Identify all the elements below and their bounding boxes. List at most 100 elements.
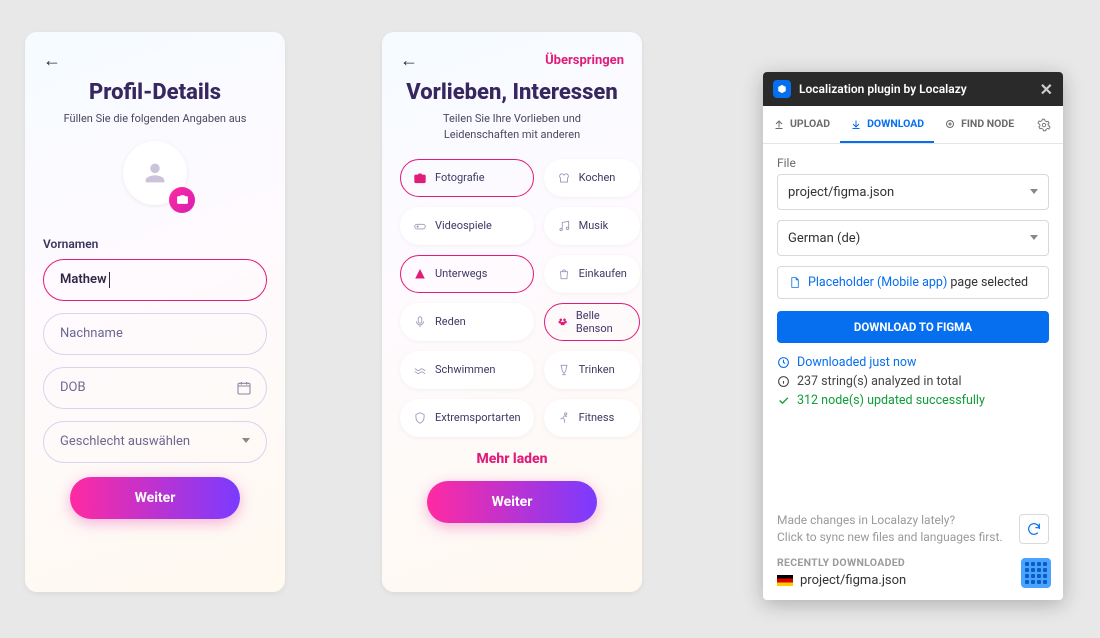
selected-node-suffix: page selected xyxy=(947,275,1028,290)
shield-icon xyxy=(413,411,427,425)
first-name-value: Mathew xyxy=(60,272,107,287)
plugin-body: File project/figma.json German (de) Plac… xyxy=(763,144,1063,600)
interest-chip-kochen[interactable]: Kochen xyxy=(544,159,640,197)
continue-label: Weiter xyxy=(135,490,176,506)
chip-label: Videospiele xyxy=(435,219,492,232)
chevron-down-icon xyxy=(1030,189,1038,194)
interest-chip-fitness[interactable]: Fitness xyxy=(544,399,640,437)
mic-icon xyxy=(413,315,427,329)
chip-label: Unterwegs xyxy=(435,267,487,280)
dob-field[interactable]: DOB xyxy=(43,367,267,409)
chip-label: Musik xyxy=(579,219,609,232)
localazy-plugin-panel: Localization plugin by Localazy ✕ UPLOAD… xyxy=(763,72,1063,600)
language-select-value: German (de) xyxy=(788,231,860,246)
file-label: File xyxy=(777,156,1049,170)
recent-file-name: project/figma.json xyxy=(800,573,906,588)
continue-button[interactable]: Weiter xyxy=(70,477,240,519)
camera-icon xyxy=(413,171,427,185)
page-title: Profil-Details xyxy=(43,80,267,105)
tab-find-node[interactable]: FIND NODE xyxy=(934,106,1024,143)
status-analyzed: 237 string(s) analyzed in total xyxy=(777,374,1049,389)
download-to-figma-button[interactable]: DOWNLOAD TO FIGMA xyxy=(777,311,1049,343)
gear-icon xyxy=(1037,118,1051,132)
close-icon[interactable]: ✕ xyxy=(1040,80,1053,99)
bag-icon xyxy=(557,267,571,281)
camera-badge[interactable] xyxy=(169,187,195,213)
chef-icon xyxy=(557,171,571,185)
back-arrow-icon[interactable]: ← xyxy=(400,50,418,71)
download-icon xyxy=(850,118,862,130)
localazy-logo-icon xyxy=(773,80,791,98)
profile-details-screen: ← Profil-Details Füllen Sie die folgende… xyxy=(25,32,285,592)
recent-header: RECENTLY DOWNLOADED xyxy=(777,556,1049,569)
interest-chip-unterwegs[interactable]: Unterwegs xyxy=(400,255,534,293)
language-select[interactable]: German (de) xyxy=(777,220,1049,256)
german-flag-icon xyxy=(777,575,793,586)
paw-icon xyxy=(557,315,568,329)
music-icon xyxy=(557,219,571,233)
waves-icon xyxy=(413,363,427,377)
chip-label: Trinken xyxy=(579,363,615,376)
sync-icon xyxy=(1026,521,1042,537)
continue-button[interactable]: Weiter xyxy=(427,481,597,523)
last-name-field[interactable]: Nachname xyxy=(43,313,267,355)
plugin-header[interactable]: Localization plugin by Localazy ✕ xyxy=(763,72,1063,106)
continue-label: Weiter xyxy=(492,494,533,510)
back-arrow-icon[interactable]: ← xyxy=(43,50,61,71)
recent-file-row[interactable]: project/figma.json xyxy=(777,573,1049,588)
interest-chip-trinken[interactable]: Trinken xyxy=(544,351,640,389)
file-select-value: project/figma.json xyxy=(788,185,894,200)
route-icon xyxy=(413,267,427,281)
avatar-container xyxy=(43,141,267,221)
first-name-field[interactable]: Mathew xyxy=(43,259,267,301)
interest-chip-reden[interactable]: Reden xyxy=(400,303,534,341)
settings-button[interactable] xyxy=(1025,106,1063,143)
chip-label: Fotografie xyxy=(435,171,485,184)
chip-label: Schwimmen xyxy=(435,363,496,376)
tab-upload[interactable]: UPLOAD xyxy=(763,106,840,143)
status-downloaded: Downloaded just now xyxy=(777,355,1049,370)
status-updated: 312 node(s) updated successfully xyxy=(777,393,1049,408)
selected-node-link[interactable]: Placeholder (Mobile app) xyxy=(808,275,947,290)
check-icon xyxy=(777,394,790,407)
plugin-title: Localization plugin by Localazy xyxy=(799,82,967,96)
dob-placeholder: DOB xyxy=(60,380,86,395)
chevron-down-icon xyxy=(1030,235,1038,240)
selected-node-box: Placeholder (Mobile app) page selected xyxy=(777,266,1049,299)
file-select[interactable]: project/figma.json xyxy=(777,174,1049,210)
last-name-placeholder: Nachname xyxy=(60,326,123,341)
interest-chip-videospiele[interactable]: Videospiele xyxy=(400,207,534,245)
interest-chip-grid: Fotografie Kochen Videospiele Musik Unterweg… xyxy=(400,159,624,437)
load-more-link[interactable]: Mehr laden xyxy=(400,451,624,467)
chip-label: Einkaufen xyxy=(579,267,627,280)
camera-icon xyxy=(176,193,189,206)
skip-link[interactable]: Überspringen xyxy=(545,53,624,68)
calendar-icon xyxy=(236,380,252,400)
gamepad-icon xyxy=(413,219,427,233)
plugin-tabs: UPLOAD DOWNLOAD FIND NODE xyxy=(763,106,1063,144)
interest-chip-einkaufen[interactable]: Einkaufen xyxy=(544,255,640,293)
page-title: Vorlieben, Interessen xyxy=(400,80,624,105)
info-icon xyxy=(777,375,790,388)
recently-downloaded: RECENTLY DOWNLOADED project/figma.json xyxy=(777,556,1049,588)
page-subtitle: Teilen Sie Ihre Vorlieben und Leidenscha… xyxy=(400,111,624,143)
footer-note: Made changes in Localazy lately? Click t… xyxy=(777,512,1049,546)
grid-button[interactable] xyxy=(1021,558,1051,588)
interests-screen: ← Überspringen Vorlieben, Interessen Tei… xyxy=(382,32,642,592)
interest-chip-extremsportarten[interactable]: Extremsportarten xyxy=(400,399,534,437)
interest-chip-belle-benson[interactable]: Belle Benson xyxy=(544,303,640,341)
interest-chip-schwimmen[interactable]: Schwimmen xyxy=(400,351,534,389)
tab-download[interactable]: DOWNLOAD xyxy=(840,106,934,143)
interest-chip-musik[interactable]: Musik xyxy=(544,207,640,245)
clock-icon xyxy=(777,356,790,369)
first-name-label: Vornamen xyxy=(43,237,267,251)
gender-placeholder: Geschlecht auswählen xyxy=(60,434,190,449)
interest-chip-fotografie[interactable]: Fotografie xyxy=(400,159,534,197)
user-icon xyxy=(141,159,169,187)
sync-button[interactable] xyxy=(1019,514,1049,544)
gender-field[interactable]: Geschlecht auswählen xyxy=(43,421,267,463)
glass-icon xyxy=(557,363,571,377)
upload-icon xyxy=(773,118,785,130)
chevron-down-icon xyxy=(242,438,250,443)
chip-label: Kochen xyxy=(579,171,616,184)
